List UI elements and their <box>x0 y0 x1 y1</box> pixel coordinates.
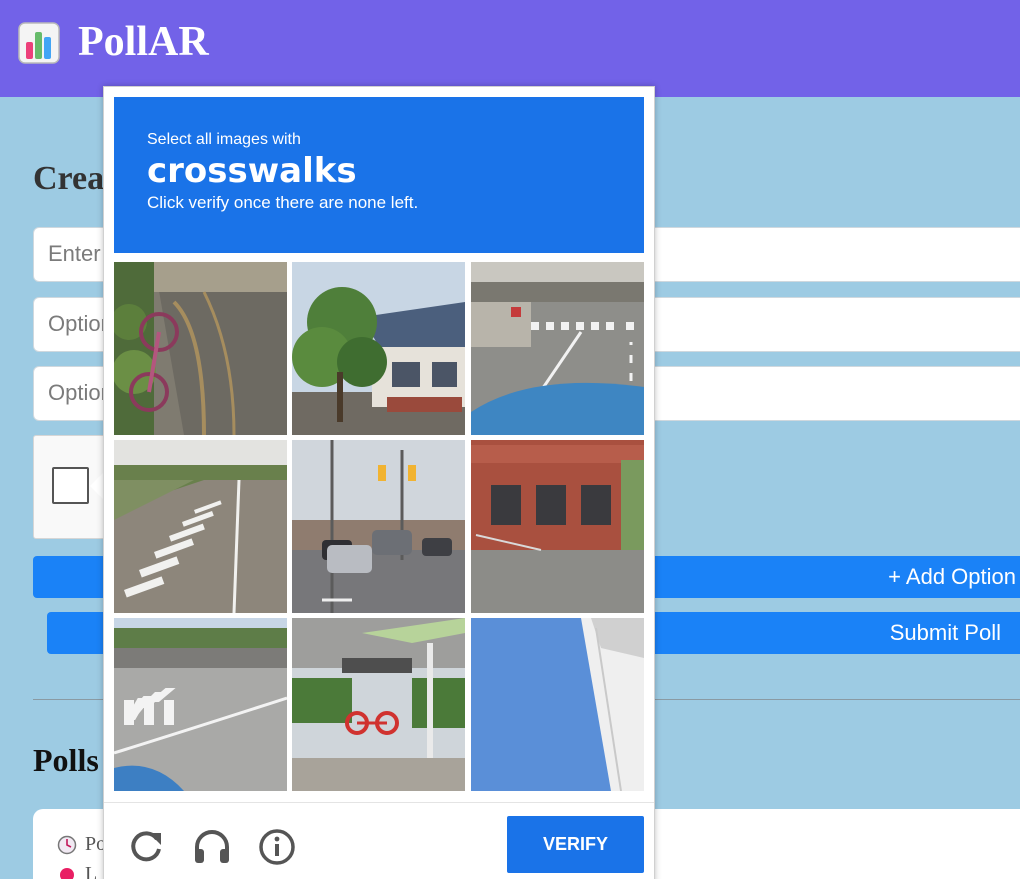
road-crosswalk-image <box>114 440 287 613</box>
captcha-tile-3[interactable] <box>471 262 644 435</box>
captcha-tile-4[interactable] <box>114 440 287 613</box>
captcha-tile-9[interactable] <box>471 618 644 791</box>
house-tree-image <box>292 262 465 435</box>
recaptcha-checkbox[interactable] <box>52 467 89 504</box>
headphones-icon[interactable] <box>192 827 232 867</box>
bar-chart-logo-icon <box>18 22 60 64</box>
building-blue-wall-image <box>471 618 644 791</box>
captcha-pointer <box>90 472 104 500</box>
poll-item[interactable]: L <box>57 863 97 879</box>
bus-stop-bicycle-image <box>292 618 465 791</box>
captcha-tile-1[interactable] <box>114 262 287 435</box>
fence-bicycle-image <box>114 262 287 435</box>
captcha-footer: VERIFY <box>104 802 654 879</box>
app-title: PollAR <box>78 19 209 65</box>
captcha-tile-2[interactable] <box>292 262 465 435</box>
reload-icon[interactable] <box>126 827 166 867</box>
captcha-hint-text: Click verify once there are none left. <box>147 193 419 212</box>
verify-button[interactable]: VERIFY <box>507 816 644 873</box>
info-icon[interactable] <box>257 827 297 867</box>
captcha-image-grid <box>114 262 644 792</box>
intersection-traffic-lights-image <box>292 440 465 613</box>
brick-building-image <box>471 440 644 613</box>
captcha-challenge: Select all images with crosswalks Click … <box>103 86 655 879</box>
captcha-tile-5[interactable] <box>292 440 465 613</box>
polls-heading: Polls <box>33 742 99 778</box>
captcha-instructions: Select all images with crosswalks Click … <box>114 97 644 253</box>
clock-icon <box>57 835 77 854</box>
poll-item[interactable]: Po <box>57 833 106 856</box>
overpass-crosswalk-image <box>471 262 644 435</box>
captcha-tile-7[interactable] <box>114 618 287 791</box>
intersection-crosswalk-image <box>114 618 287 791</box>
pin-icon <box>60 867 74 879</box>
captcha-target-text: crosswalks <box>147 151 357 191</box>
poll-item-label: L <box>85 863 98 879</box>
captcha-instruction-text: Select all images with <box>147 131 301 148</box>
app-header: PollAR <box>0 0 1020 97</box>
captcha-tile-6[interactable] <box>471 440 644 613</box>
captcha-tile-8[interactable] <box>292 618 465 791</box>
